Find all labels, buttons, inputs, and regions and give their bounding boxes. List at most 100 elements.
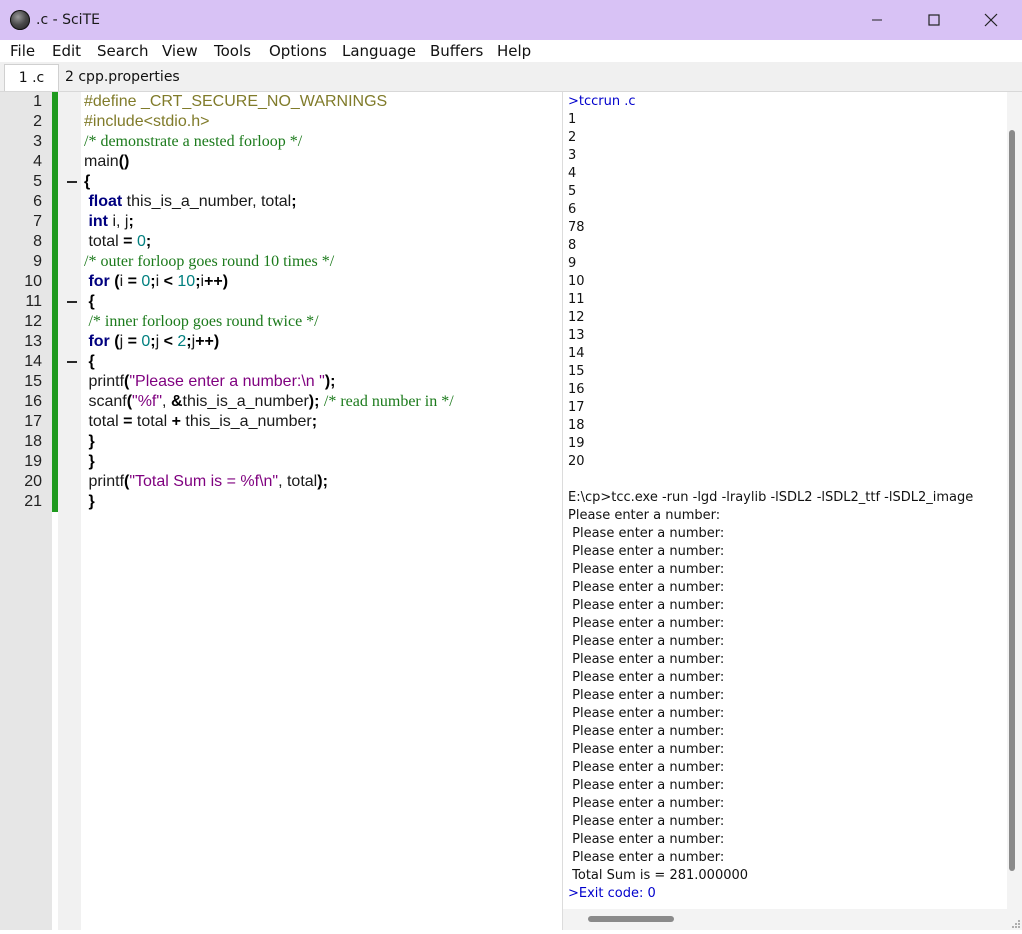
code-token: float	[88, 193, 123, 210]
menu-language[interactable]: Language	[342, 40, 416, 62]
output-line: Please enter a number:	[568, 598, 725, 613]
code-token: }	[88, 493, 95, 510]
code-line[interactable]: for (j = 0;j < 2;j++)	[84, 332, 219, 352]
line-number-margin: 1 2 3 4 5 6 7 8 9 10 11 12 13 14 15 16 17 18 19 20 21	[0, 92, 52, 930]
menu-tools[interactable]: Tools	[214, 40, 251, 62]
output-pane[interactable]: >tccrun .c 1 2 3 4 5 6 78 8 9 10 11 12 13 14 15 16 17 18 19…	[563, 92, 1007, 909]
code-line[interactable]: main()	[84, 152, 129, 172]
code-token: ;	[311, 413, 318, 430]
code-token: ++)	[204, 273, 229, 290]
line-number: 6	[33, 193, 42, 210]
menu-buffers[interactable]: Buffers	[430, 40, 483, 62]
code-token: /* read number in */	[323, 393, 454, 410]
code-line[interactable]: total = 0;	[84, 232, 151, 252]
output-line: 8	[568, 238, 577, 253]
code-line[interactable]: total = total + this_is_a_number;	[84, 412, 317, 432]
code-line[interactable]: }	[84, 452, 94, 472]
resize-grip[interactable]	[1007, 909, 1022, 930]
line-number: 2	[33, 113, 42, 130]
menu-bar: File Edit Search View Tools Options Lang…	[0, 40, 1022, 62]
fold-collapse-icon[interactable]	[67, 361, 77, 363]
resize-grip-icon	[1012, 920, 1020, 928]
code-line[interactable]: /* outer forloop goes round 10 times */	[84, 252, 334, 272]
code-line[interactable]: }	[84, 492, 95, 512]
code-token: printf	[84, 373, 125, 390]
code-token: 0	[141, 333, 151, 350]
code-token: this_is_a_number, total	[122, 193, 292, 210]
close-icon	[984, 13, 998, 27]
code-token: 10	[177, 273, 196, 290]
code-line[interactable]: printf("Total Sum is = %f\n", total);	[84, 472, 328, 492]
menu-edit[interactable]: Edit	[52, 40, 81, 62]
code-line[interactable]: /* demonstrate a nested forloop */	[84, 132, 302, 152]
code-editor[interactable]: #define _CRT_SECURE_NO_WARNINGS #include<…	[81, 92, 563, 930]
output-line: Please enter a number:	[568, 778, 725, 793]
code-line[interactable]: {	[84, 292, 95, 312]
maximize-button[interactable]	[905, 0, 963, 40]
tab-cpp-properties[interactable]: 2 cpp.properties	[58, 64, 187, 91]
code-line[interactable]: }	[84, 432, 94, 452]
line-number: 13	[24, 333, 42, 350]
output-horizontal-scroll-thumb[interactable]	[588, 916, 674, 922]
minimize-button[interactable]	[848, 0, 906, 40]
code-token: int	[88, 213, 108, 230]
fold-collapse-icon[interactable]	[67, 301, 77, 303]
code-line[interactable]: float this_is_a_number, total;	[84, 192, 297, 212]
code-token: ;	[145, 233, 152, 250]
code-token: =	[127, 273, 137, 290]
scite-globe-icon	[10, 10, 30, 30]
line-number: 16	[24, 393, 42, 410]
code-line[interactable]: for (i = 0;i < 10;i++)	[84, 272, 228, 292]
title-bar[interactable]: .c - SciTE	[0, 0, 1022, 40]
code-line[interactable]: #define _CRT_SECURE_NO_WARNINGS	[84, 92, 387, 112]
code-token: "Total Sum is = %f\n"	[129, 473, 279, 490]
output-line: Please enter a number:	[568, 724, 725, 739]
tab-c-file[interactable]: 1 .c	[4, 64, 59, 91]
line-number: 12	[24, 313, 42, 330]
output-line: 20	[568, 454, 585, 469]
code-token: for	[88, 333, 110, 350]
output-line: 2	[568, 130, 577, 145]
code-line[interactable]: {	[84, 172, 90, 192]
code-token: ;	[128, 213, 134, 230]
code-line[interactable]: printf("Please enter a number:\n ");	[84, 372, 335, 392]
output-line: Please enter a number:	[568, 850, 725, 865]
code-token: {	[88, 293, 95, 310]
output-line: Please enter a number:	[568, 616, 725, 631]
output-line: 15	[568, 364, 585, 379]
menu-search[interactable]: Search	[97, 40, 149, 62]
code-token: ;	[291, 193, 297, 210]
code-token: ++)	[195, 333, 220, 350]
code-token: 0	[136, 233, 146, 250]
code-line[interactable]: int i, j;	[84, 212, 134, 232]
fold-collapse-icon[interactable]	[67, 181, 77, 183]
code-token: printf	[84, 473, 125, 490]
output-vertical-scroll-thumb[interactable]	[1009, 130, 1015, 871]
output-line: Please enter a number:	[568, 742, 725, 757]
menu-options[interactable]: Options	[269, 40, 327, 62]
close-button[interactable]	[962, 0, 1020, 40]
line-number: 21	[24, 493, 42, 510]
output-line: 78	[568, 220, 585, 235]
menu-file[interactable]: File	[10, 40, 35, 62]
code-line[interactable]: #include<stdio.h>	[84, 112, 209, 132]
output-line: Please enter a number:	[568, 688, 725, 703]
fold-margin[interactable]	[58, 92, 81, 930]
code-token: );	[317, 473, 328, 490]
output-line: Please enter a number:	[568, 796, 725, 811]
code-token: main	[84, 153, 119, 170]
menu-view[interactable]: View	[162, 40, 198, 62]
code-token: <	[163, 273, 173, 290]
code-token: /* outer forloop goes round 10 times */	[84, 253, 335, 270]
code-line[interactable]: {	[84, 352, 94, 372]
menu-help[interactable]: Help	[497, 40, 531, 62]
line-number: 18	[24, 433, 42, 450]
window-title: .c - SciTE	[36, 12, 100, 28]
code-line[interactable]: scanf("%f", &this_is_a_number); /* read …	[84, 392, 454, 412]
code-token: =	[127, 333, 137, 350]
code-line[interactable]: /* inner forloop goes round twice */	[84, 312, 318, 332]
line-number: 14	[24, 353, 42, 370]
maximize-icon	[928, 14, 940, 26]
output-line: 6	[568, 202, 577, 217]
line-number: 1	[33, 93, 42, 110]
